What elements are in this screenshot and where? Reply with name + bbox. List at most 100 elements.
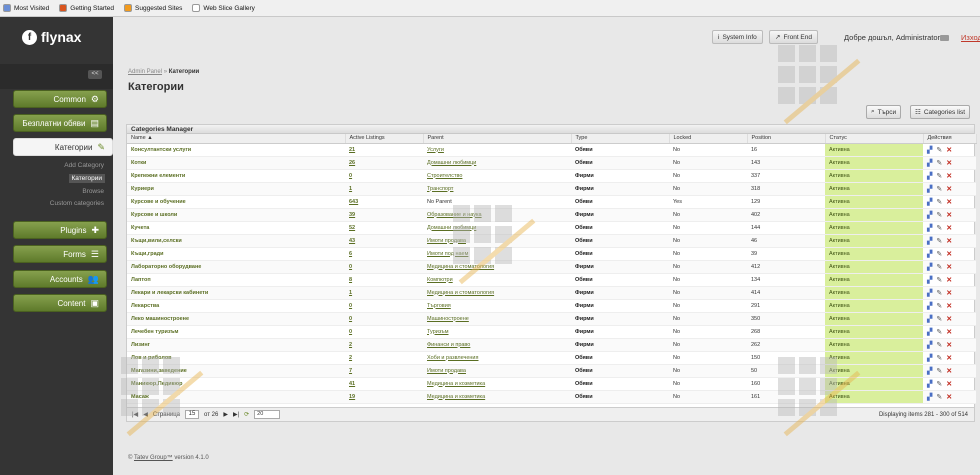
sub-categories[interactable]: Категории [68, 174, 105, 183]
edit-icon[interactable]: ✎ [936, 237, 942, 245]
edit-icon[interactable]: ✎ [936, 250, 942, 258]
nav-forms[interactable]: Forms ☰ [13, 245, 107, 263]
column-header[interactable]: Active Listings [345, 134, 424, 144]
logout-link[interactable]: Изход [961, 33, 980, 42]
sub-custom-categories[interactable]: Custom categories [50, 200, 104, 207]
cell-parent[interactable]: Финанси и право [423, 338, 571, 352]
build-icon[interactable]: ▞ [927, 224, 932, 232]
delete-icon[interactable]: ✕ [946, 315, 952, 323]
delete-icon[interactable]: ✕ [946, 302, 952, 310]
cell-active-listings[interactable]: 1 [345, 182, 423, 196]
build-icon[interactable]: ▞ [927, 315, 932, 323]
nav-plugins[interactable]: Plugins ✚ [13, 221, 107, 239]
refresh-icon[interactable]: ⟳ [244, 411, 249, 418]
cell-active-listings[interactable]: 0 [345, 312, 423, 326]
build-icon[interactable]: ▞ [927, 354, 932, 362]
bookmark-1[interactable]: Getting Started [59, 4, 114, 12]
categories-list-button[interactable]: ☷ Categories list [910, 105, 971, 119]
build-icon[interactable]: ▞ [927, 198, 932, 206]
edit-icon[interactable]: ✎ [936, 198, 942, 206]
cell-parent[interactable]: Медицина и козметика [423, 390, 571, 404]
cell-parent[interactable]: Компютри [423, 273, 571, 287]
cell-active-listings[interactable]: 1 [345, 286, 423, 300]
cell-parent[interactable]: No Parent [423, 195, 571, 209]
cell-active-listings[interactable]: 26 [345, 156, 423, 170]
cell-active-listings[interactable]: 0 [345, 169, 423, 183]
nav-accounts[interactable]: Accounts 👥 [13, 270, 107, 288]
cell-parent[interactable]: Домашни любимци [423, 156, 571, 170]
cell-active-listings[interactable]: 6 [345, 247, 423, 261]
column-header[interactable]: Name ▲ [127, 134, 346, 144]
edit-icon[interactable]: ✎ [936, 328, 942, 336]
cell-parent[interactable]: Медицина и козметика [423, 377, 571, 391]
delete-icon[interactable]: ✕ [946, 341, 952, 349]
per-page-select[interactable]: 20 [254, 410, 281, 419]
build-icon[interactable]: ▞ [927, 237, 932, 245]
front-end-button[interactable]: ↗ Front End [769, 30, 818, 44]
nav-categories[interactable]: Категории ✎ [13, 138, 113, 156]
column-header[interactable]: Действия [923, 134, 977, 144]
cell-parent[interactable]: Домашни любимци [423, 221, 571, 235]
bookmark-2[interactable]: Suggested Sites [124, 4, 182, 12]
build-icon[interactable]: ▞ [927, 263, 932, 271]
cell-active-listings[interactable]: 39 [345, 208, 423, 222]
nav-free-ads[interactable]: Безплатни обяви ▤ [13, 114, 107, 132]
cell-active-listings[interactable]: 41 [345, 377, 423, 391]
cell-parent[interactable]: Образование и наука [423, 208, 571, 222]
next-page-icon[interactable]: ▶ [223, 411, 228, 418]
prev-page-icon[interactable]: ◀ [143, 411, 148, 418]
cell-parent[interactable]: Имоти продава [423, 364, 571, 378]
cell-parent[interactable]: Услуги [423, 143, 571, 157]
build-icon[interactable]: ▞ [927, 367, 932, 375]
delete-icon[interactable]: ✕ [946, 289, 952, 297]
delete-icon[interactable]: ✕ [946, 159, 952, 167]
edit-icon[interactable]: ✎ [936, 289, 942, 297]
cell-parent[interactable]: Машиностроене [423, 312, 571, 326]
last-page-icon[interactable]: ▶| [233, 411, 239, 418]
edit-icon[interactable]: ✎ [936, 380, 942, 388]
column-header[interactable]: Locked [669, 134, 748, 144]
footer-brand-link[interactable]: Tatev Group™ [134, 455, 173, 461]
edit-icon[interactable]: ✎ [936, 354, 942, 362]
logo[interactable]: f flynax [22, 29, 81, 45]
cell-active-listings[interactable]: 7 [345, 364, 423, 378]
delete-icon[interactable]: ✕ [946, 146, 952, 154]
mail-icon[interactable] [940, 35, 949, 41]
edit-icon[interactable]: ✎ [936, 211, 942, 219]
page-input[interactable]: 15 [185, 410, 200, 419]
delete-icon[interactable]: ✕ [946, 198, 952, 206]
edit-icon[interactable]: ✎ [936, 393, 942, 401]
column-header[interactable]: Статус [825, 134, 924, 144]
delete-icon[interactable]: ✕ [946, 211, 952, 219]
delete-icon[interactable]: ✕ [946, 237, 952, 245]
build-icon[interactable]: ▞ [927, 302, 932, 310]
edit-icon[interactable]: ✎ [936, 172, 942, 180]
system-info-button[interactable]: i System Info [712, 30, 763, 44]
delete-icon[interactable]: ✕ [946, 263, 952, 271]
cell-parent[interactable]: Медицина и стоматология [423, 286, 571, 300]
edit-icon[interactable]: ✎ [936, 341, 942, 349]
delete-icon[interactable]: ✕ [946, 380, 952, 388]
cell-parent[interactable]: Хоби и развлечения [423, 351, 571, 365]
delete-icon[interactable]: ✕ [946, 250, 952, 258]
edit-icon[interactable]: ✎ [936, 276, 942, 284]
bookmark-3[interactable]: Web Slice Gallery [192, 4, 255, 12]
cell-active-listings[interactable]: 0 [345, 299, 423, 313]
delete-icon[interactable]: ✕ [946, 276, 952, 284]
bookmark-0[interactable]: Most Visited [3, 4, 49, 12]
cell-parent[interactable]: Медицина и стоматология [423, 260, 571, 274]
cell-parent[interactable]: Транспорт [423, 182, 571, 196]
delete-icon[interactable]: ✕ [946, 224, 952, 232]
cell-active-listings[interactable]: 0 [345, 325, 423, 339]
column-header[interactable]: Parent [423, 134, 572, 144]
edit-icon[interactable]: ✎ [936, 185, 942, 193]
build-icon[interactable]: ▞ [927, 276, 932, 284]
edit-icon[interactable]: ✎ [936, 146, 942, 154]
cell-parent[interactable]: Търговия [423, 299, 571, 313]
nav-content[interactable]: Content ▣ [13, 294, 107, 312]
build-icon[interactable]: ▞ [927, 250, 932, 258]
breadcrumb-root[interactable]: Admin Panel [128, 69, 162, 75]
cell-active-listings[interactable]: 43 [345, 234, 423, 248]
build-icon[interactable]: ▞ [927, 159, 932, 167]
delete-icon[interactable]: ✕ [946, 367, 952, 375]
